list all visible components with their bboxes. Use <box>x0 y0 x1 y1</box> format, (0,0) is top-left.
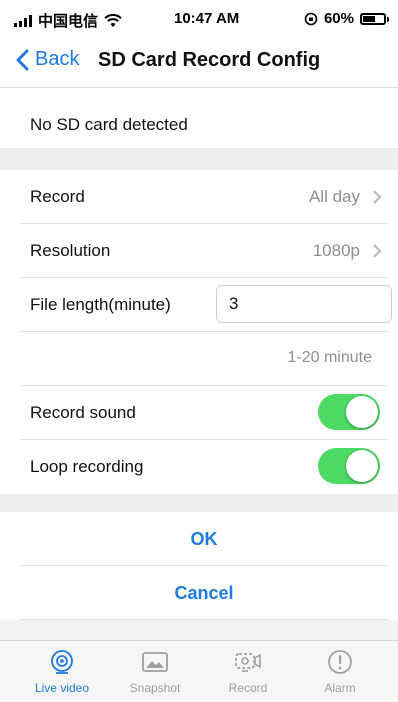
file-length-input[interactable] <box>216 285 392 323</box>
back-button[interactable]: Back <box>16 48 79 71</box>
resolution-label: Resolution <box>30 241 111 260</box>
alarm-icon <box>328 650 352 674</box>
loop-recording-label: Loop recording <box>30 457 144 476</box>
section-separator <box>0 494 398 512</box>
toggle-knob <box>346 396 378 428</box>
nav-bar: Back SD Card Record Config <box>0 36 398 88</box>
back-label: Back <box>35 48 80 70</box>
resolution-row[interactable]: Resolution 1080p <box>20 224 388 278</box>
tab-bar: Live video Snapshot Record Alarm <box>0 640 398 702</box>
file-length-row: File length(minute) <box>20 278 392 332</box>
record-icon <box>235 653 261 672</box>
record-sound-toggle[interactable] <box>318 394 380 430</box>
wifi-icon <box>104 13 122 27</box>
status-right: 60% <box>304 10 389 27</box>
file-length-hint-row: 1-20 minute <box>20 332 388 386</box>
record-value: All day <box>308 187 360 206</box>
sd-status-text: No SD card detected <box>30 115 188 134</box>
status-bar: 中国电信 10:47 AM 60% <box>0 0 398 36</box>
toggle-knob <box>346 450 378 482</box>
tab-label: Record <box>228 681 268 695</box>
loop-recording-toggle[interactable] <box>318 448 380 484</box>
section-separator <box>0 148 398 170</box>
tab-record[interactable]: Record <box>208 647 288 701</box>
ok-button[interactable]: OK <box>20 512 388 566</box>
tab-label: Snapshot <box>129 681 181 695</box>
status-left: 中国电信 <box>14 10 122 31</box>
tab-live-video[interactable]: Live video <box>22 647 102 701</box>
chevron-left-icon <box>16 49 29 70</box>
signal-icon <box>14 14 32 27</box>
file-length-hint: 1-20 minute <box>287 349 373 366</box>
live-video-icon <box>51 650 73 674</box>
record-row[interactable]: Record All day <box>20 170 388 224</box>
battery-percent: 60% <box>323 10 354 27</box>
record-sound-label: Record sound <box>30 403 136 422</box>
tab-label: Live video <box>34 681 90 695</box>
status-time: 10:47 AM <box>174 10 240 27</box>
record-label: Record <box>30 187 85 206</box>
loop-recording-row: Loop recording <box>20 440 388 494</box>
tab-label: Alarm <box>324 681 356 695</box>
page-title: SD Card Record Config <box>98 49 321 71</box>
chevron-right-icon <box>373 190 382 204</box>
carrier-label: 中国电信 <box>38 13 99 30</box>
orientation-lock-icon <box>304 12 318 25</box>
resolution-value: 1080p <box>312 241 360 260</box>
tab-alarm[interactable]: Alarm <box>300 647 380 701</box>
chevron-right-icon <box>373 244 382 258</box>
tab-snapshot[interactable]: Snapshot <box>115 647 195 701</box>
sd-status-section: No SD card detected <box>0 88 398 148</box>
file-length-label: File length(minute) <box>30 295 171 314</box>
battery-icon <box>360 12 389 25</box>
record-sound-row: Record sound <box>20 386 388 440</box>
snapshot-icon <box>142 652 168 672</box>
cancel-button[interactable]: Cancel <box>20 566 388 620</box>
section-separator <box>0 620 398 640</box>
